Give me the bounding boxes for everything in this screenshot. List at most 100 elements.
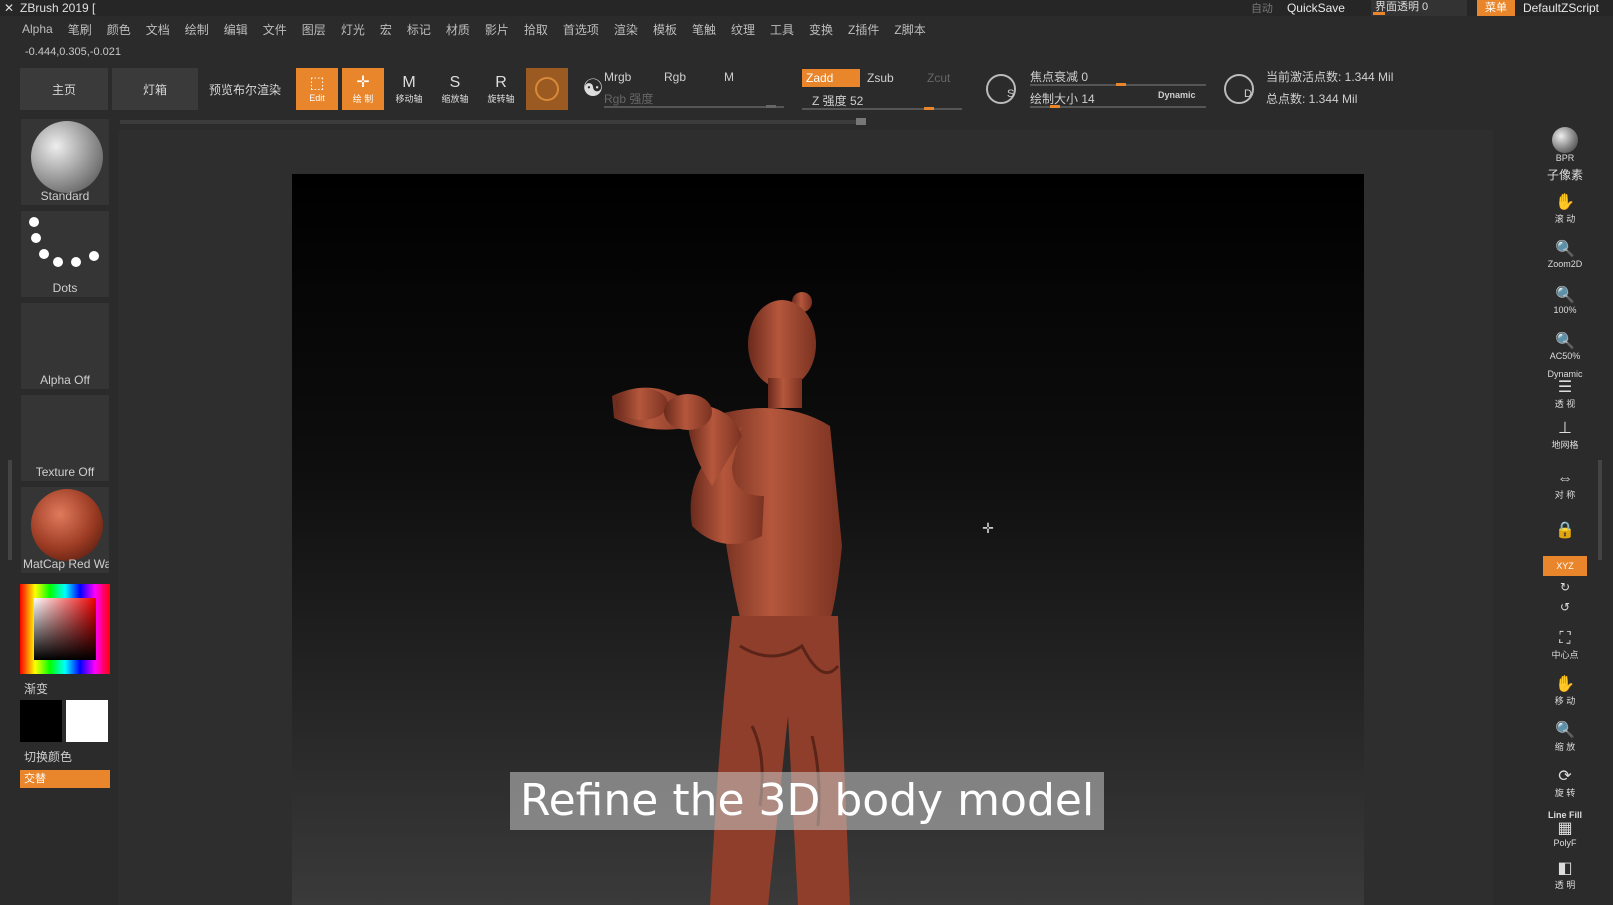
focal-shift-knob[interactable] bbox=[1116, 83, 1126, 86]
transparency-button[interactable]: ◧ 透 明 bbox=[1543, 854, 1587, 896]
material-selector[interactable]: MatCap Red Wax bbox=[20, 486, 110, 574]
alternate-button[interactable]: 交替 bbox=[20, 770, 110, 788]
menu-marker[interactable]: 标记 bbox=[407, 21, 431, 38]
menu-color[interactable]: 颜色 bbox=[107, 21, 131, 38]
script-name[interactable]: DefaultZScript bbox=[1523, 1, 1599, 15]
rotate-gizmo-button[interactable]: R 旋转轴 bbox=[480, 68, 522, 110]
bpr-render-button[interactable]: BPR bbox=[1543, 124, 1587, 166]
rgb-intensity-track bbox=[604, 106, 784, 108]
stroke-selector[interactable]: Dots bbox=[20, 210, 110, 298]
menu-edit[interactable]: 编辑 bbox=[224, 21, 248, 38]
stroke-dot-icon bbox=[53, 257, 63, 267]
draw-button[interactable]: ✛ 绘 制 bbox=[342, 68, 384, 110]
scale-gizmo-button[interactable]: S 缩放轴 bbox=[434, 68, 476, 110]
hand-icon: ✋ bbox=[1555, 675, 1575, 693]
material-preview-button[interactable] bbox=[526, 68, 568, 110]
magnifier-icon: 🔍 bbox=[1555, 241, 1575, 258]
alpha-selector[interactable]: Alpha Off bbox=[20, 302, 110, 390]
menu-light[interactable]: 灯光 bbox=[341, 21, 365, 38]
zcut-button[interactable]: Zcut bbox=[927, 71, 950, 85]
switch-color-button[interactable]: 切换颜色 bbox=[24, 748, 72, 765]
focal-shift-slider[interactable]: 焦点衰减 0 bbox=[1030, 68, 1088, 85]
right-tray-handle[interactable] bbox=[1598, 460, 1602, 560]
zoom2d-button[interactable]: 🔍 Zoom2D bbox=[1543, 234, 1587, 276]
z-rotation-button[interactable]: ↺ bbox=[1543, 598, 1587, 616]
menu-brush[interactable]: 笔刷 bbox=[68, 21, 92, 38]
active-points: 当前激活点数: 1.344 Mil bbox=[1266, 70, 1394, 84]
rotate-view-button[interactable]: ⟳ 旋 转 bbox=[1543, 762, 1587, 804]
local-symmetry-button[interactable]: ⇔ 对 称 bbox=[1543, 464, 1587, 506]
quicksave-button[interactable]: QuickSave bbox=[1287, 1, 1345, 15]
scroll-button[interactable]: ✋ 滚 动 bbox=[1543, 188, 1587, 230]
rgb-intensity-knob[interactable] bbox=[766, 105, 776, 108]
menu-picker[interactable]: 拾取 bbox=[524, 21, 548, 38]
main-color-swatch[interactable] bbox=[66, 700, 108, 742]
center-pivot-button[interactable]: ⛶ 中心点 bbox=[1543, 624, 1587, 666]
menu-layer[interactable]: 图层 bbox=[302, 21, 326, 38]
horizontal-scrollbar[interactable] bbox=[120, 118, 866, 125]
edit-button[interactable]: ⬚ Edit bbox=[296, 68, 338, 110]
actual-size-button[interactable]: 🔍 100% bbox=[1543, 280, 1587, 322]
texture-selector[interactable]: Texture Off bbox=[20, 394, 110, 482]
dynamic-toggle[interactable]: Dynamic bbox=[1158, 90, 1196, 100]
y-rotation-button[interactable]: ↻ bbox=[1543, 578, 1587, 596]
left-tray-handle[interactable] bbox=[8, 460, 12, 560]
lightbox-button[interactable]: 灯箱 bbox=[112, 68, 198, 110]
interface-transparency-slider[interactable]: 界面透明 0 bbox=[1370, 0, 1467, 16]
bpr-sphere-icon bbox=[1552, 127, 1578, 153]
menu-transform[interactable]: 变换 bbox=[809, 21, 833, 38]
color-picker[interactable] bbox=[20, 584, 110, 674]
menu-document[interactable]: 文档 bbox=[146, 21, 170, 38]
menu-texture[interactable]: 纹理 bbox=[731, 21, 755, 38]
move-gizmo-button[interactable]: M 移动轴 bbox=[388, 68, 430, 110]
menu-tool[interactable]: 工具 bbox=[770, 21, 794, 38]
rgb-button[interactable]: Rgb bbox=[664, 70, 686, 84]
menu-preferences[interactable]: 首选项 bbox=[563, 21, 599, 38]
perspective-grid-icon: ☰ bbox=[1557, 378, 1573, 396]
z-intensity-slider[interactable]: Z 强度 52 bbox=[812, 92, 863, 109]
menu-file[interactable]: 文件 bbox=[263, 21, 287, 38]
draw-size-slider[interactable]: 绘制大小 14 bbox=[1030, 90, 1095, 107]
magnifier-icon: 🔍 bbox=[1555, 287, 1575, 304]
menu-zscript[interactable]: Z脚本 bbox=[894, 21, 925, 38]
lock-button[interactable]: 🔒 bbox=[1543, 510, 1587, 552]
secondary-color-swatch[interactable] bbox=[20, 700, 62, 742]
menu-render[interactable]: 渲染 bbox=[614, 21, 638, 38]
draw-size-knob[interactable] bbox=[1050, 105, 1060, 108]
rgb-intensity-slider[interactable]: Rgb 强度 bbox=[604, 90, 653, 107]
menu-material[interactable]: 材质 bbox=[446, 21, 470, 38]
gradient-label[interactable]: 渐变 bbox=[24, 680, 48, 697]
polyframe-button[interactable]: Line Fill ▦ PolyF bbox=[1543, 808, 1587, 850]
yin-yang-icon: ☯ bbox=[582, 75, 604, 102]
home-button[interactable]: 主页 bbox=[20, 68, 108, 110]
scale-icon: S bbox=[449, 73, 461, 91]
rotate-y-icon: ↻ bbox=[1559, 580, 1571, 594]
half-size-button[interactable]: 🔍 AC50% bbox=[1543, 326, 1587, 368]
floor-button[interactable]: ⊥ 地网格 bbox=[1543, 414, 1587, 456]
zsub-button[interactable]: Zsub bbox=[867, 71, 894, 85]
color-saturation-square[interactable] bbox=[34, 598, 96, 660]
app-title: ZBrush 2019 [ bbox=[20, 1, 96, 15]
zadd-button[interactable]: Zadd bbox=[802, 69, 860, 87]
stroke-dot-icon bbox=[89, 251, 99, 261]
menu-movie[interactable]: 影片 bbox=[485, 21, 509, 38]
menu-macro[interactable]: 宏 bbox=[380, 21, 392, 38]
xyz-rotation-button[interactable]: XYZ bbox=[1543, 556, 1587, 576]
mrgb-button[interactable]: Mrgb bbox=[604, 70, 631, 84]
menu-draw[interactable]: 绘制 bbox=[185, 21, 209, 38]
menu-zplugin[interactable]: Z插件 bbox=[848, 21, 879, 38]
move-view-button[interactable]: ✋ 移 动 bbox=[1543, 670, 1587, 712]
m-button[interactable]: M bbox=[724, 70, 734, 84]
menu-stencil[interactable]: 模板 bbox=[653, 21, 677, 38]
subpixel-label[interactable]: 子像素 bbox=[1543, 166, 1587, 183]
perspective-button[interactable]: Dynamic ☰ 透 视 bbox=[1543, 368, 1587, 410]
menu-button[interactable]: 菜单 bbox=[1476, 0, 1515, 16]
auto-label: 自动 bbox=[1250, 3, 1273, 15]
scale-view-button[interactable]: 🔍 缩 放 bbox=[1543, 716, 1587, 758]
move-icon: M bbox=[402, 73, 416, 91]
menu-stroke[interactable]: 笔触 bbox=[692, 21, 716, 38]
z-intensity-knob[interactable] bbox=[924, 107, 934, 110]
menu-alpha[interactable]: Alpha bbox=[22, 22, 53, 36]
bpr-preview-button[interactable]: 预览布尔渲染 bbox=[202, 68, 288, 110]
brush-selector[interactable]: Standard bbox=[20, 118, 110, 206]
